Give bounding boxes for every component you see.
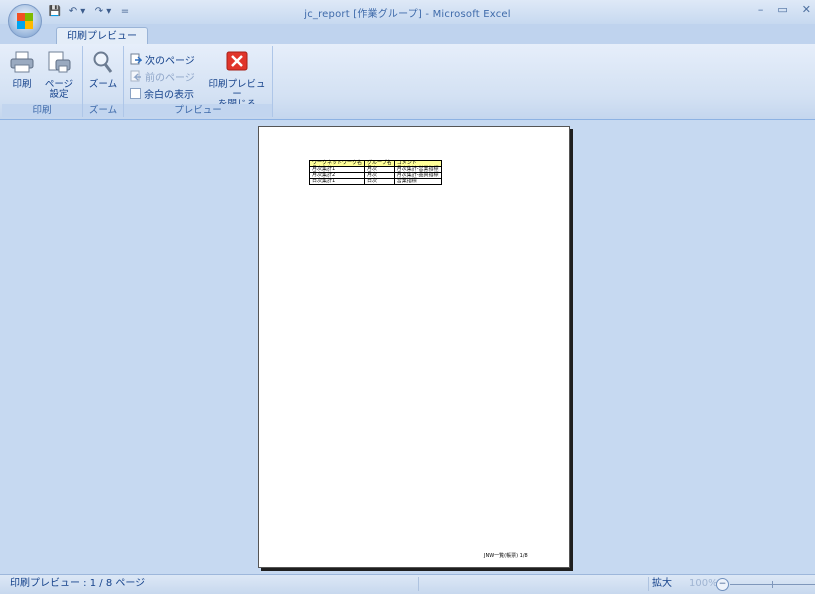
window-title: jc_report [作業グループ] - Microsoft Excel	[304, 9, 511, 20]
print-button[interactable]: 印刷	[5, 50, 39, 90]
table-cell: 営業指標	[393, 178, 442, 185]
next-page-icon	[130, 53, 142, 65]
preview-page[interactable]: ワークネットワーク名 グループ名 コメント 月次集計1 月次 月次集計-営業指標…	[258, 126, 570, 568]
page-setup-icon	[48, 51, 71, 73]
close-preview-button[interactable]: 印刷プレビュー を閉じる	[206, 50, 268, 110]
close-preview-icon	[226, 51, 248, 71]
show-margins-label: 余白の表示	[144, 89, 194, 101]
group-label-zoom: ズーム	[83, 104, 123, 117]
window-controls: – ▭ ✕	[758, 3, 811, 16]
table-row: 日次集計1 日次 営業指標	[308, 178, 442, 185]
status-bar: 印刷プレビュー : 1 / 8 ページ 拡大 100% −	[0, 574, 815, 594]
prev-page-button[interactable]: 前のページ	[130, 69, 195, 84]
page-setup-label: ページ 設定	[44, 79, 74, 100]
group-print: 印刷 ページ 設定 印刷	[2, 46, 83, 117]
page-setup-button[interactable]: ページ 設定	[42, 50, 76, 100]
group-label-print: 印刷	[2, 104, 82, 117]
page-footer: JNW一覧(帳票) 1/8	[484, 553, 528, 559]
zoom-label[interactable]: 拡大	[652, 575, 672, 593]
title-bar: 💾 ↶ ▾ ↷ ▾ = jc_report [作業グループ] - Microso…	[0, 0, 815, 38]
group-label-preview: プレビュー	[124, 104, 272, 117]
zoom-out-button[interactable]: −	[716, 578, 729, 591]
next-page-label: 次のページ	[145, 55, 195, 67]
prev-page-icon	[130, 70, 141, 82]
minimize-button[interactable]: –	[758, 3, 764, 16]
status-divider	[648, 577, 649, 591]
status-divider	[418, 577, 419, 591]
zoom-value: 100%	[689, 578, 718, 589]
table-cell: 日次	[364, 178, 395, 185]
close-window-button[interactable]: ✕	[802, 3, 811, 16]
group-zoom: ズーム ズーム	[83, 46, 124, 117]
zoom-button-label: ズーム	[88, 79, 118, 90]
group-preview: 次のページ 前のページ 余白の表示 印刷プレビュー を閉じる プレビュー	[124, 46, 273, 117]
magnifier-icon	[93, 51, 113, 73]
printer-icon	[10, 51, 34, 73]
tab-print-preview[interactable]: 印刷プレビュー	[56, 27, 148, 45]
show-margins-checkbox[interactable]: 余白の表示	[130, 86, 194, 101]
status-text: 印刷プレビュー : 1 / 8 ページ	[10, 578, 146, 589]
office-button[interactable]	[8, 4, 42, 38]
table-cell: 日次集計1	[308, 178, 366, 185]
ribbon: 印刷 ページ 設定 印刷 ズーム ズーム 次のページ 前のページ 余白の表示 印…	[0, 44, 815, 120]
maximize-button[interactable]: ▭	[777, 3, 787, 16]
zoom-button[interactable]: ズーム	[86, 50, 120, 90]
checkbox-icon	[130, 87, 141, 99]
office-logo-icon	[17, 13, 33, 29]
next-page-button[interactable]: 次のページ	[130, 52, 195, 67]
preview-workspace[interactable]: ワークネットワーク名 グループ名 コメント 月次集計1 月次 月次集計-営業指標…	[0, 120, 815, 574]
print-button-label: 印刷	[12, 79, 32, 90]
report-table: ワークネットワーク名 グループ名 コメント 月次集計1 月次 月次集計-営業指標…	[308, 160, 442, 185]
zoom-slider-tick	[772, 581, 773, 588]
prev-page-label: 前のページ	[145, 72, 195, 84]
ribbon-tab-row: 印刷プレビュー	[0, 24, 815, 45]
